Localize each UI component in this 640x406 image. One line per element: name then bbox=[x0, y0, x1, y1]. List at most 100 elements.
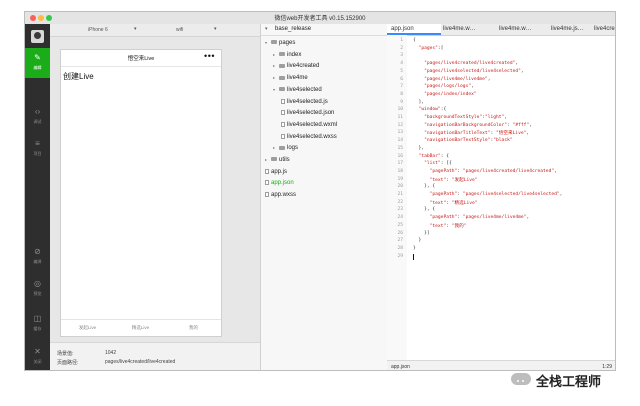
phone-screen: 悟空来Live ••• 创建Live 发起Live 精选Live 我的 bbox=[60, 49, 222, 337]
line-number: 13 bbox=[397, 130, 403, 136]
tree-item-label: utils bbox=[279, 157, 290, 163]
line-number: 29 bbox=[397, 253, 403, 259]
folder-icon bbox=[271, 157, 277, 162]
tree-file[interactable]: live4selected.wxss bbox=[281, 133, 337, 140]
scene-label: 场景值: bbox=[57, 351, 74, 357]
line-number: 11 bbox=[397, 115, 403, 120]
editor-tab[interactable]: live4me.w… bbox=[443, 24, 495, 35]
folder-icon bbox=[279, 75, 285, 80]
watermark-text: 全栈工程师 bbox=[536, 374, 602, 389]
code-line: "pages/live4created/live4created", bbox=[424, 61, 519, 67]
tree-file[interactable]: app.js bbox=[265, 168, 288, 175]
tree-file[interactable]: live4selected.wxml bbox=[281, 121, 338, 128]
tree-item-label: live4me bbox=[287, 75, 308, 82]
tree-folder[interactable]: ▸ index bbox=[273, 52, 301, 58]
sidebar-item-edit[interactable]: ✎ 编辑 bbox=[25, 48, 50, 78]
file-icon bbox=[281, 133, 285, 139]
menu-icon: ≡ bbox=[35, 139, 40, 148]
tree-folder[interactable]: ▸ utils bbox=[265, 157, 290, 163]
path-value: pages/live4created/live4created bbox=[105, 359, 176, 365]
file-icon bbox=[281, 110, 285, 116]
editor-tab[interactable]: live4me.w… bbox=[499, 24, 549, 35]
watermark: 全栈工程师 bbox=[511, 370, 629, 390]
more-icon[interactable]: ••• bbox=[204, 51, 215, 61]
tree-item-label: live4selected.json bbox=[287, 110, 335, 117]
code-line: "pagePath": "pages/live4created/live4cre… bbox=[429, 168, 557, 174]
layers-icon: ◫ bbox=[33, 314, 42, 323]
line-number: 20 bbox=[397, 184, 403, 190]
tab-me[interactable]: 我的 bbox=[167, 325, 220, 331]
nav-title: 悟空来Live bbox=[127, 56, 155, 62]
tree-item-label: app.wxss bbox=[271, 192, 297, 199]
file-tree: ▾ base_release ▾ pages ▸ index ▸ live4created… bbox=[260, 24, 388, 370]
sidebar-item-label: 预览 bbox=[33, 291, 42, 296]
left-toolbar: ✎ 编辑 ‹› 调试 ≡ 项目 ⊘ 编译 ◎ 预览 ◫ 缓存 ✕ 关闭 bbox=[25, 24, 50, 370]
page-text: 创建Live bbox=[63, 72, 94, 81]
project-name: base_release bbox=[275, 26, 312, 32]
editor-tab[interactable]: live4me.js… bbox=[551, 24, 591, 35]
tree-item-label: live4selected.js bbox=[287, 98, 328, 105]
project-header[interactable]: ▾ base_release bbox=[261, 24, 387, 36]
wechat-icon bbox=[511, 373, 531, 385]
sidebar-item-preview[interactable]: ◎ 预览 bbox=[25, 274, 50, 304]
code-line: }, { bbox=[413, 184, 436, 190]
tree-folder[interactable]: ▸ live4me bbox=[273, 75, 308, 81]
simulator-toolbar: iPhone 6 ▾ wifi ▾ bbox=[50, 24, 260, 37]
code-line: } bbox=[413, 245, 416, 251]
tree-file[interactable]: live4selected.js bbox=[281, 98, 328, 105]
tab-created[interactable]: 发起Live bbox=[61, 325, 114, 331]
code-line: "pagePath": "pages/live4me/live4me", bbox=[429, 215, 530, 221]
code-line: "pages/logs/logs", bbox=[424, 84, 474, 90]
tree-file[interactable]: live4selected.json bbox=[281, 110, 334, 116]
device-select[interactable]: iPhone 6 bbox=[88, 27, 108, 33]
file-icon bbox=[281, 121, 285, 127]
sidebar-item-label: 项目 bbox=[33, 151, 42, 156]
network-select[interactable]: wifi bbox=[176, 27, 183, 33]
tree-file[interactable]: app.wxss bbox=[265, 192, 296, 198]
code-line: }, { bbox=[413, 207, 436, 213]
code-line: "tabBar": { bbox=[418, 153, 449, 159]
sidebar-item-label: 调试 bbox=[33, 119, 42, 124]
sidebar-item-code[interactable]: ‹› 调试 bbox=[25, 102, 50, 132]
sidebar-item-close[interactable]: ✕ 关闭 bbox=[25, 342, 50, 370]
line-number: 26 bbox=[397, 230, 403, 236]
status-file: app.json bbox=[391, 364, 410, 370]
editor-tab[interactable]: live4created bbox=[594, 24, 615, 35]
sidebar-item-compile[interactable]: ⊘ 编译 bbox=[25, 242, 50, 272]
tree-folder[interactable]: ▸ logs bbox=[273, 145, 298, 151]
code-line: "text": "发起Live" bbox=[429, 177, 478, 183]
tree-folder[interactable]: ▾ pages bbox=[265, 40, 295, 46]
sidebar-item-label: 关闭 bbox=[33, 359, 42, 364]
tab-selected[interactable]: 精选Live bbox=[114, 325, 167, 331]
chevron-down-icon: ▾ bbox=[214, 26, 217, 32]
file-icon bbox=[265, 180, 269, 186]
code-editor[interactable]: app.json live4me.w… live4me.w… live4me.j… bbox=[387, 24, 615, 370]
sidebar-item-menu[interactable]: ≡ 项目 bbox=[25, 134, 50, 164]
folder-icon bbox=[279, 52, 285, 57]
line-number: 22 bbox=[397, 199, 403, 205]
file-icon bbox=[265, 168, 269, 174]
code-line: "backgroundTextStyle":"light", bbox=[424, 115, 508, 120]
tree-item-label: live4selected.wxml bbox=[287, 121, 338, 128]
code-line: "pages":[ bbox=[418, 45, 444, 51]
line-number: 23 bbox=[397, 207, 403, 213]
tree-folder[interactable]: ▾ live4selected bbox=[273, 87, 322, 93]
line-number: 10 bbox=[397, 107, 403, 113]
tree-folder[interactable]: ▸ live4created bbox=[273, 63, 319, 69]
line-number: 5 bbox=[400, 68, 403, 74]
chevron-down-icon: ▾ bbox=[265, 26, 268, 32]
line-number: 25 bbox=[397, 222, 403, 228]
editor-tabs: app.json live4me.w… live4me.w… live4me.j… bbox=[387, 24, 615, 36]
edit-icon: ✎ bbox=[34, 53, 41, 62]
avatar[interactable] bbox=[31, 30, 44, 43]
line-number: 19 bbox=[397, 176, 403, 182]
sidebar-item-layers[interactable]: ◫ 缓存 bbox=[25, 309, 50, 339]
line-number: 14 bbox=[397, 138, 403, 144]
line-number: 7 bbox=[400, 84, 403, 90]
tree-item-label: app.js bbox=[271, 168, 288, 175]
tree-file[interactable]: app.json bbox=[265, 180, 294, 186]
simulator-status: 场景值: 1042 页面路径: pages/live4created/live4… bbox=[50, 342, 260, 370]
nav-bar: 悟空来Live ••• bbox=[61, 50, 221, 67]
text-cursor bbox=[413, 253, 414, 260]
editor-tab[interactable]: app.json bbox=[387, 24, 441, 35]
